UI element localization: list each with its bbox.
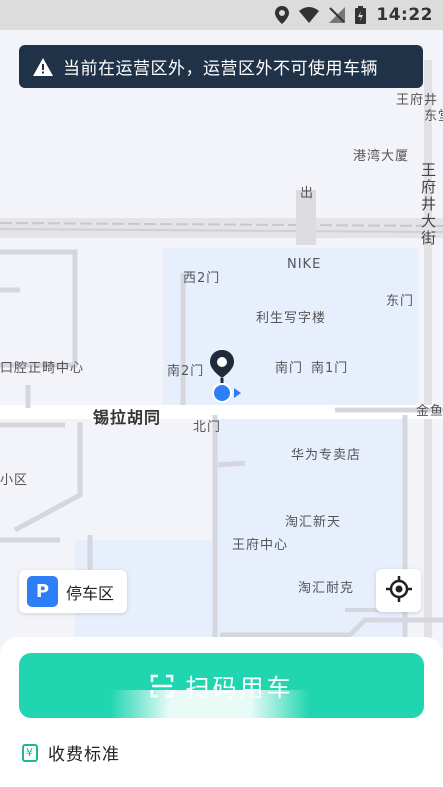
map-label: 出 [300,186,315,201]
parking-zone-button[interactable]: P 停车区 [19,570,127,613]
map-label: 西2门 [183,271,221,286]
locate-button[interactable] [376,569,421,612]
map-roads [0,60,443,650]
map-label: 锡拉胡同 [93,408,162,427]
warning-text: 当前在运营区外，运营区外不可使用车辆 [63,59,378,79]
map-label: 东门 [386,294,415,309]
map-label: 淘汇耐克 [298,581,355,596]
status-time: 14:22 [376,5,433,25]
map-label: 口腔正畸中心 [0,361,85,376]
status-bar: 14:22 [0,0,443,30]
map-label: 华为专卖店 [291,448,362,463]
map-label: 金鱼 [416,404,443,419]
no-signal-icon [329,7,346,23]
fee-standard-label: 收费标准 [48,745,120,765]
map-label: 王府井大街 [419,162,437,247]
battery-icon [355,6,367,24]
map-label: NIKE [287,257,322,272]
map-label: 东堂 [424,109,443,124]
parking-icon: P [27,576,58,607]
map-label: 王府中心 [232,538,289,553]
map-label: 南1门 [311,361,349,376]
crosshair-icon [385,575,412,606]
out-of-zone-warning: 当前在运营区外，运营区外不可使用车辆 [19,45,423,88]
map-label: 小区 [0,473,29,488]
map-label: 港湾大厦 [353,149,410,164]
loading-shimmer [110,690,310,760]
warning-icon [33,57,53,76]
map-label: 南2门 [167,364,205,379]
map-view[interactable]: 王府井 东堂 港湾大厦 出 王府井大街 NIKE 西2门 东门 利生写字楼 南2… [0,30,443,650]
wifi-icon [299,7,320,23]
fee-standard-link[interactable]: ¥ 收费标准 [22,740,120,765]
map-label: 淘汇新天 [285,515,342,530]
map-label: 利生写字楼 [256,311,327,326]
location-icon [275,6,290,24]
map-label: 北门 [193,420,222,435]
yen-icon: ¥ [22,743,38,762]
parking-zone-label: 停车区 [66,583,115,603]
map-label: 南门 [275,361,304,376]
